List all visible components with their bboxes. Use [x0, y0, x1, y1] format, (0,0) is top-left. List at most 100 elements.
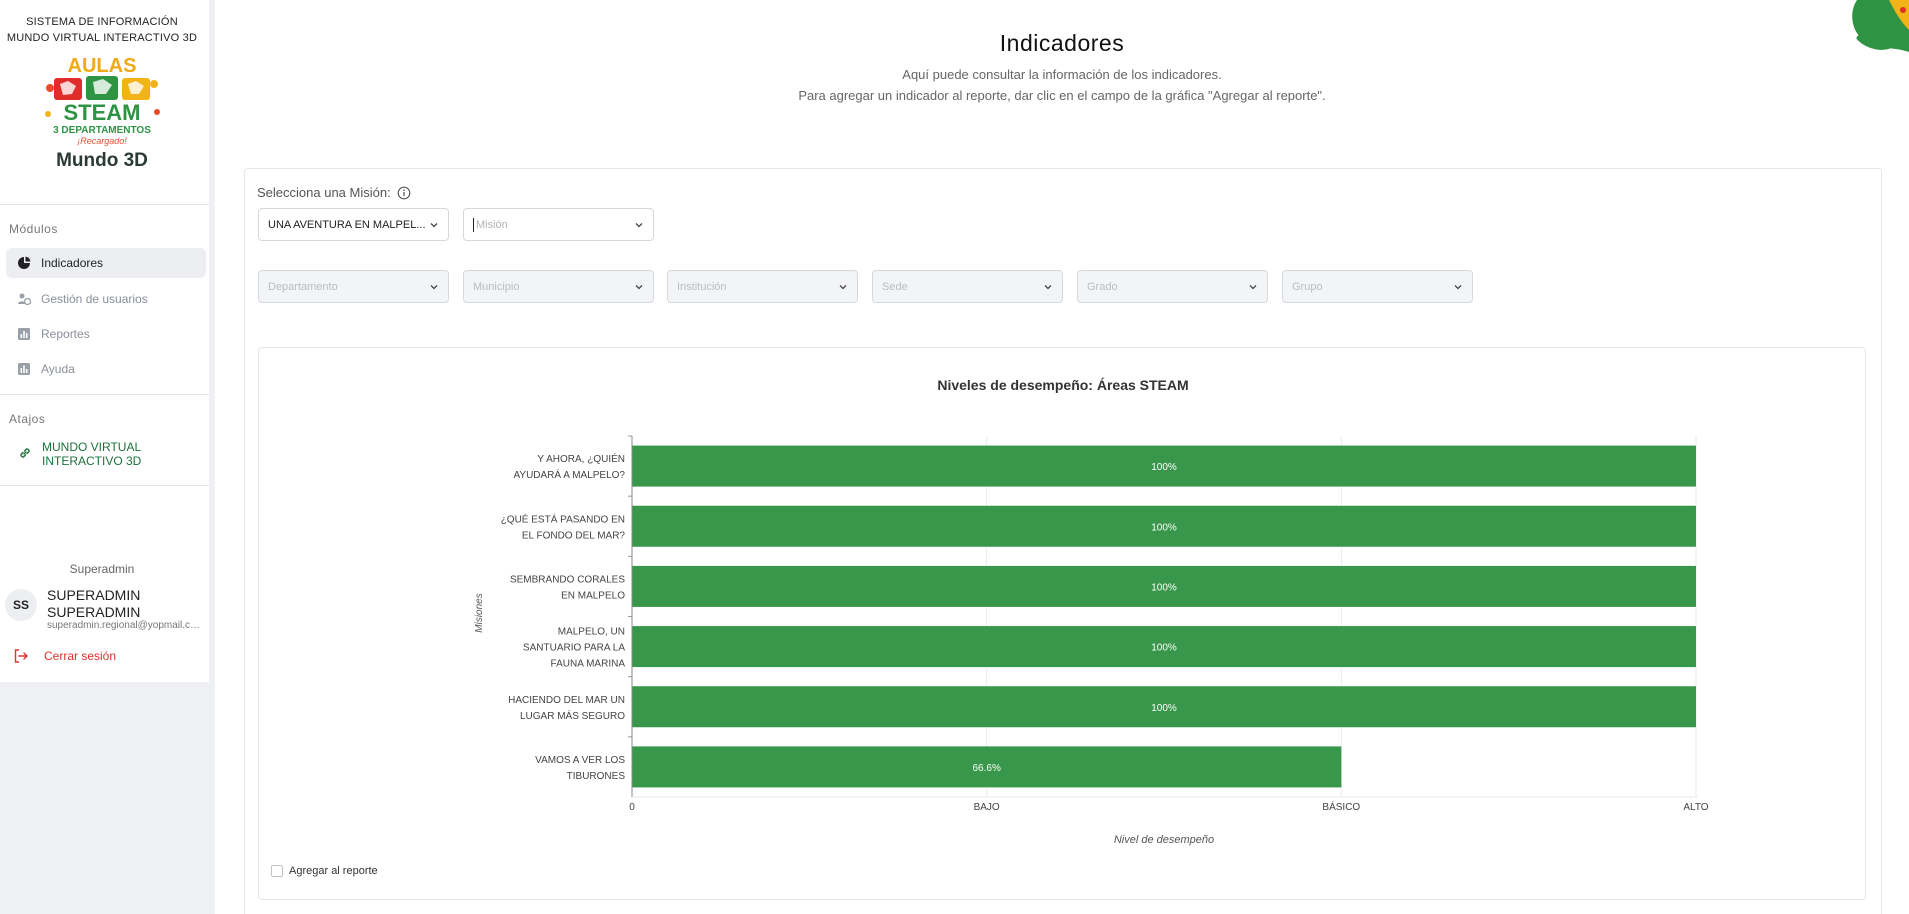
- category-label: FAUNA MARINA: [551, 659, 626, 670]
- chart-card: Niveles de desempeño: Áreas STEAM 100% Y A…: [258, 347, 1866, 900]
- category-label: Y AHORA, ¿QUIÉN: [537, 452, 625, 465]
- sidebar: SISTEMA DE INFORMACIÓN MUNDO VIRTUAL INT…: [0, 0, 215, 914]
- bar-data-label: 100%: [1151, 703, 1177, 714]
- sidebar-item-label: Gestión de usuarios: [41, 292, 148, 306]
- site-select[interactable]: Sede: [872, 270, 1063, 303]
- sidebar-divider: [0, 394, 209, 395]
- system-title: SISTEMA DE INFORMACIÓN MUNDO VIRTUAL INT…: [0, 14, 204, 46]
- bar-data-label: 66.6%: [972, 763, 1000, 774]
- y-axis-title: Misiones: [474, 593, 485, 632]
- chart-title: Niveles de desempeño: Áreas STEAM: [937, 377, 1188, 393]
- logout-icon: [14, 649, 28, 663]
- add-to-report-label: Agregar al reporte: [289, 865, 378, 877]
- grade-select[interactable]: Grado: [1077, 270, 1268, 303]
- shortcut-label: MUNDO VIRTUAL INTERACTIVO 3D: [42, 440, 142, 468]
- logout-button[interactable]: Cerrar sesión: [13, 648, 116, 664]
- mission-select[interactable]: Misión: [463, 208, 654, 241]
- pie-chart-icon: [18, 256, 31, 269]
- decorative-blob-image: [1852, 0, 1909, 52]
- system-title-line2: MUNDO VIRTUAL INTERACTIVO 3D: [6, 32, 198, 44]
- x-tick-label: ALTO: [1683, 802, 1708, 813]
- text-cursor: [473, 217, 474, 232]
- bar-data-label: 100%: [1151, 643, 1177, 654]
- sidebar-item-ayuda[interactable]: Ayuda: [6, 354, 206, 384]
- category-label: SEMBRANDO CORALES: [510, 574, 625, 585]
- user-role: Superadmin: [69, 562, 135, 576]
- sidebar-divider: [0, 485, 209, 486]
- chevron-down-icon: [1454, 284, 1462, 289]
- logo-text-departamentos: 3 DEPARTAMENTOS: [53, 125, 151, 136]
- logo-text-aulas: AULAS: [68, 55, 137, 77]
- chevron-down-icon: [430, 222, 438, 227]
- bar-data-label: 100%: [1151, 522, 1177, 533]
- checkbox-box[interactable]: [271, 865, 283, 877]
- municipality-select-placeholder: Municipio: [473, 280, 520, 293]
- category-label: ¿QUÉ ESTÁ PASANDO EN: [501, 512, 625, 525]
- avatar: SS: [5, 589, 37, 621]
- report-icon: [18, 328, 30, 340]
- sidebar-card: SISTEMA DE INFORMACIÓN MUNDO VIRTUAL INT…: [0, 0, 209, 682]
- page-subtitle-line2: Para agregar un indicador al reporte, da…: [798, 88, 1326, 103]
- category-label: AYUDARÁ A MALPELO?: [513, 468, 625, 481]
- x-tick-label: BAJO: [974, 802, 1000, 813]
- sidebar-item-gestion-usuarios[interactable]: Gestión de usuarios: [6, 284, 206, 314]
- grade-select-placeholder: Grado: [1087, 280, 1118, 293]
- category-label: SANTUARIO PARA LA: [523, 643, 625, 654]
- category-label: MALPELO, UN: [558, 627, 625, 638]
- logo-text-mundo3d: Mundo 3D: [56, 150, 148, 171]
- chevron-down-icon: [635, 222, 643, 227]
- logo-text-steam: STEAM: [64, 100, 141, 125]
- page-title: Indicadores: [999, 30, 1125, 56]
- chevron-down-icon: [635, 284, 643, 289]
- site-select-placeholder: Sede: [882, 280, 908, 293]
- link-icon: [20, 448, 30, 458]
- sidebar-divider: [0, 204, 209, 205]
- x-tick-label: BÁSICO: [1322, 800, 1360, 813]
- group-select-placeholder: Grupo: [1292, 280, 1323, 293]
- category-label: LUGAR MÁS SEGURO: [520, 709, 625, 722]
- user-email: superadmin.regional@yopmail.co...: [47, 620, 202, 631]
- sidebar-item-reportes[interactable]: Reportes: [6, 319, 206, 349]
- mission-select-label: Selecciona una Misión:: [257, 185, 411, 200]
- app-root: SISTEMA DE INFORMACIÓN MUNDO VIRTUAL INT…: [0, 0, 1909, 914]
- logout-label: Cerrar sesión: [44, 649, 117, 663]
- shortcuts-section-title: Atajos: [9, 412, 46, 426]
- adventure-select[interactable]: UNA AVENTURA EN MALPEL...: [258, 208, 449, 241]
- chevron-down-icon: [430, 284, 438, 289]
- aulas-steam-logo: AULAS STEAM 3 DEPARTAMENTOS ¡Recargado! …: [40, 54, 165, 184]
- info-icon[interactable]: [397, 186, 411, 200]
- department-select[interactable]: Departamento: [258, 270, 449, 303]
- aulas-steam-logo-image: AULAS STEAM 3 DEPARTAMENTOS ¡Recargado! …: [45, 55, 160, 171]
- category-label: TIBURONES: [567, 771, 626, 782]
- x-tick-label: 0: [629, 802, 635, 813]
- category-label: VAMOS A VER LOS: [535, 755, 625, 766]
- category-label: HACIENDO DEL MAR UN: [508, 695, 625, 706]
- chevron-down-icon: [839, 284, 847, 289]
- page-subtitle-line1: Aquí puede consultar la información de l…: [902, 67, 1222, 82]
- category-label: EL FONDO DEL MAR?: [522, 530, 626, 541]
- sidebar-item-label: Ayuda: [41, 362, 75, 376]
- bar-data-label: 100%: [1151, 582, 1177, 593]
- mission-label-text: Selecciona una Misión:: [257, 185, 391, 200]
- bar-data-label: 100%: [1151, 462, 1177, 473]
- chevron-down-icon: [1044, 284, 1052, 289]
- x-axis-title: Nivel de desempeño: [1114, 834, 1214, 846]
- municipality-select[interactable]: Municipio: [463, 270, 654, 303]
- institution-select-placeholder: Institución: [677, 280, 727, 293]
- group-select[interactable]: Grupo: [1282, 270, 1473, 303]
- chevron-down-icon: [1249, 284, 1257, 289]
- shortcut-mundo-virtual[interactable]: MUNDO VIRTUAL INTERACTIVO 3D: [18, 440, 152, 468]
- sidebar-item-label: Indicadores: [41, 256, 104, 270]
- help-icon: [18, 363, 30, 375]
- mission-select-placeholder: Misión: [476, 218, 508, 231]
- add-to-report-checkbox[interactable]: Agregar al reporte: [271, 865, 378, 877]
- category-label: EN MALPELO: [561, 590, 625, 601]
- sidebar-item-indicadores[interactable]: Indicadores: [6, 248, 206, 278]
- logo-text-recargado: ¡Recargado!: [77, 136, 127, 146]
- adventure-select-value: UNA AVENTURA EN MALPEL...: [268, 218, 426, 231]
- modules-section-title: Módulos: [9, 222, 58, 236]
- institution-select[interactable]: Institución: [667, 270, 858, 303]
- sidebar-item-label: Reportes: [41, 327, 90, 341]
- user-name: SUPERADMIN SUPERADMIN: [47, 587, 141, 620]
- system-title-line1: SISTEMA DE INFORMACIÓN: [26, 16, 178, 28]
